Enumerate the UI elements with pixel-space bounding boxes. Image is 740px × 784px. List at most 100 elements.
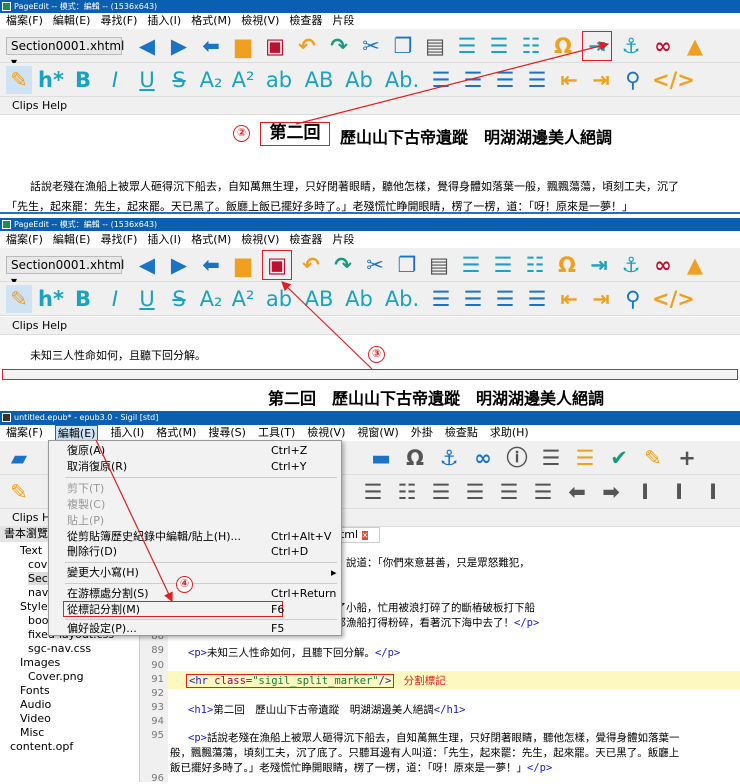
italic-button[interactable]: I	[102, 285, 128, 313]
image-icon[interactable]: ▲	[682, 32, 708, 60]
menu-item-paste[interactable]: 貼上(P)	[67, 513, 335, 529]
menu-view[interactable]: 檢視(V)	[241, 13, 279, 29]
undo-icon[interactable]: ↶	[298, 251, 324, 279]
image-icon[interactable]: ▲	[682, 251, 708, 279]
save-icon[interactable]: ▣	[262, 32, 288, 60]
menu-view[interactable]: 檢視(V)	[307, 425, 345, 441]
menu-item-delete-line[interactable]: 刪除行(D) Ctrl+D	[67, 544, 335, 560]
anchor-icon[interactable]: ⚓	[618, 251, 644, 279]
code-view-icon[interactable]: </>	[652, 66, 695, 94]
file-select[interactable]: Section0001.xhtml ▾	[6, 36, 124, 69]
menu-file[interactable]: 檔案(F)	[6, 425, 43, 441]
superscript-button[interactable]: A²	[230, 66, 256, 94]
subscript-button[interactable]: A₂	[198, 66, 224, 94]
file-nav[interactable]: nav	[28, 586, 48, 599]
redo-icon[interactable]: ↷	[330, 251, 356, 279]
menu-file[interactable]: 檔案(F)	[6, 13, 43, 29]
menu-view[interactable]: 檢視(V)	[241, 232, 279, 248]
redo-icon[interactable]: ↷	[326, 32, 352, 60]
select-all-icon[interactable]: ☰	[458, 251, 484, 279]
search-icon[interactable]: ⚲	[620, 285, 646, 313]
align-right-icon[interactable]: ☰	[496, 478, 522, 506]
bullet-list-icon[interactable]: ☰	[490, 251, 516, 279]
menu-checkpoint[interactable]: 檢查點	[445, 425, 478, 441]
anchor-icon[interactable]: ⚓	[618, 32, 644, 60]
metadata-icon[interactable]: ⓘ	[504, 444, 530, 472]
next-icon[interactable]: ▶	[166, 251, 192, 279]
align-center-icon[interactable]: ☰	[460, 66, 486, 94]
toc-icon[interactable]: ☰	[538, 444, 564, 472]
heading-icon[interactable]: h*	[38, 66, 64, 94]
menu-item-undo[interactable]: 復原(A) Ctrl+Z	[67, 443, 335, 459]
menu-clips[interactable]: 片段	[332, 13, 354, 29]
menu-item-split-at-markers[interactable]: 從標記分割(M) F6	[63, 601, 284, 617]
folder-icon[interactable]: ▆	[230, 251, 256, 279]
menu-find[interactable]: 尋找(F)	[100, 232, 137, 248]
image-icon[interactable]: ▬	[368, 444, 394, 472]
file-content-opf[interactable]: content.opf	[10, 740, 73, 753]
cursor-right-icon[interactable]: I	[632, 478, 658, 506]
italic-button[interactable]: I	[102, 66, 128, 94]
file-select[interactable]: Section0001.xhtml ▾	[6, 255, 124, 288]
file-cover-png[interactable]: Cover.png	[28, 670, 84, 683]
strike-button[interactable]: S	[166, 285, 192, 313]
save-icon[interactable]: ▣	[262, 249, 292, 280]
numbered-list-icon[interactable]: ☷	[394, 478, 420, 506]
back-arrow-icon[interactable]: ⬅	[198, 251, 224, 279]
menu-file[interactable]: 檔案(F)	[6, 232, 43, 248]
menu-item-copy[interactable]: 複製(C)	[67, 497, 335, 513]
folder-misc[interactable]: Misc	[20, 726, 44, 739]
close-tab-icon[interactable]: ✕	[361, 531, 369, 540]
justify-icon[interactable]: ☰	[530, 478, 556, 506]
lowercase-button[interactable]: ab	[262, 66, 296, 94]
uppercase-button[interactable]: AB	[302, 285, 336, 313]
file-section[interactable]: Sec	[28, 572, 48, 585]
menu-edit[interactable]: 編輯(E)	[53, 13, 91, 29]
titlecase-button[interactable]: Ab	[342, 66, 376, 94]
menu-find[interactable]: 尋找(F)	[100, 13, 137, 29]
numbered-list-icon[interactable]: ☷	[518, 32, 544, 60]
menu-format[interactable]: 格式(M)	[191, 13, 231, 29]
edit-toc-icon[interactable]: ☰	[572, 444, 598, 472]
menu-insert[interactable]: 插入(I)	[110, 425, 144, 441]
align-left-icon[interactable]: ☰	[428, 285, 454, 313]
menu-insert[interactable]: 插入(I)	[147, 232, 181, 248]
folder-images[interactable]: Images	[20, 656, 60, 669]
add-icon[interactable]: ✎	[640, 444, 666, 472]
menu-edit[interactable]: 編輯(E)	[54, 425, 99, 441]
split-marker-icon[interactable]: ⇥	[586, 251, 612, 279]
bold-button[interactable]: B	[70, 66, 96, 94]
menu-window[interactable]: 視窗(W)	[357, 425, 398, 441]
omega-icon[interactable]: Ω	[402, 444, 428, 472]
menu-item-split-at-cursor[interactable]: 在游標處分割(S) Ctrl+Return	[67, 586, 336, 602]
align-left-icon[interactable]: ☰	[428, 478, 454, 506]
indent-icon[interactable]: ⇥	[588, 285, 614, 313]
justify-icon[interactable]: ☰	[524, 285, 550, 313]
code-view-icon[interactable]: </>	[652, 285, 695, 313]
menu-clips[interactable]: 片段	[332, 232, 354, 248]
search-icon[interactable]: ⚲	[620, 66, 646, 94]
menu-help[interactable]: 求助(H)	[490, 425, 529, 441]
paste-icon[interactable]: ▤	[422, 32, 448, 60]
link-icon[interactable]: ∞	[650, 251, 676, 279]
underline-button[interactable]: U	[134, 66, 160, 94]
cursor-mid-icon[interactable]: I	[700, 478, 726, 506]
menu-inspector[interactable]: 檢查器	[289, 13, 322, 29]
menu-format[interactable]: 格式(M)	[156, 425, 196, 441]
menu-inspector[interactable]: 檢查器	[289, 232, 322, 248]
select-all-icon[interactable]: ☰	[454, 32, 480, 60]
menu-insert[interactable]: 插入(I)	[147, 13, 181, 29]
clips-bar-2[interactable]: Clips Help	[0, 317, 740, 335]
cut-icon[interactable]: ✂	[358, 32, 384, 60]
cut-icon[interactable]: ✂	[362, 251, 388, 279]
subscript-button[interactable]: A₂	[198, 285, 224, 313]
lowercase-button[interactable]: ab	[262, 285, 296, 313]
bullet-list-icon[interactable]: ☰	[486, 32, 512, 60]
titlecase-button[interactable]: Ab	[342, 285, 376, 313]
back-arrow-icon[interactable]: ⬅	[198, 32, 224, 60]
bullet-list-icon[interactable]: ☰	[360, 478, 386, 506]
link-icon[interactable]: ∞	[470, 444, 496, 472]
paste-icon[interactable]: ▤	[426, 251, 452, 279]
sentencecase-button[interactable]: Ab.	[382, 66, 422, 94]
folder-video[interactable]: Video	[20, 712, 51, 725]
